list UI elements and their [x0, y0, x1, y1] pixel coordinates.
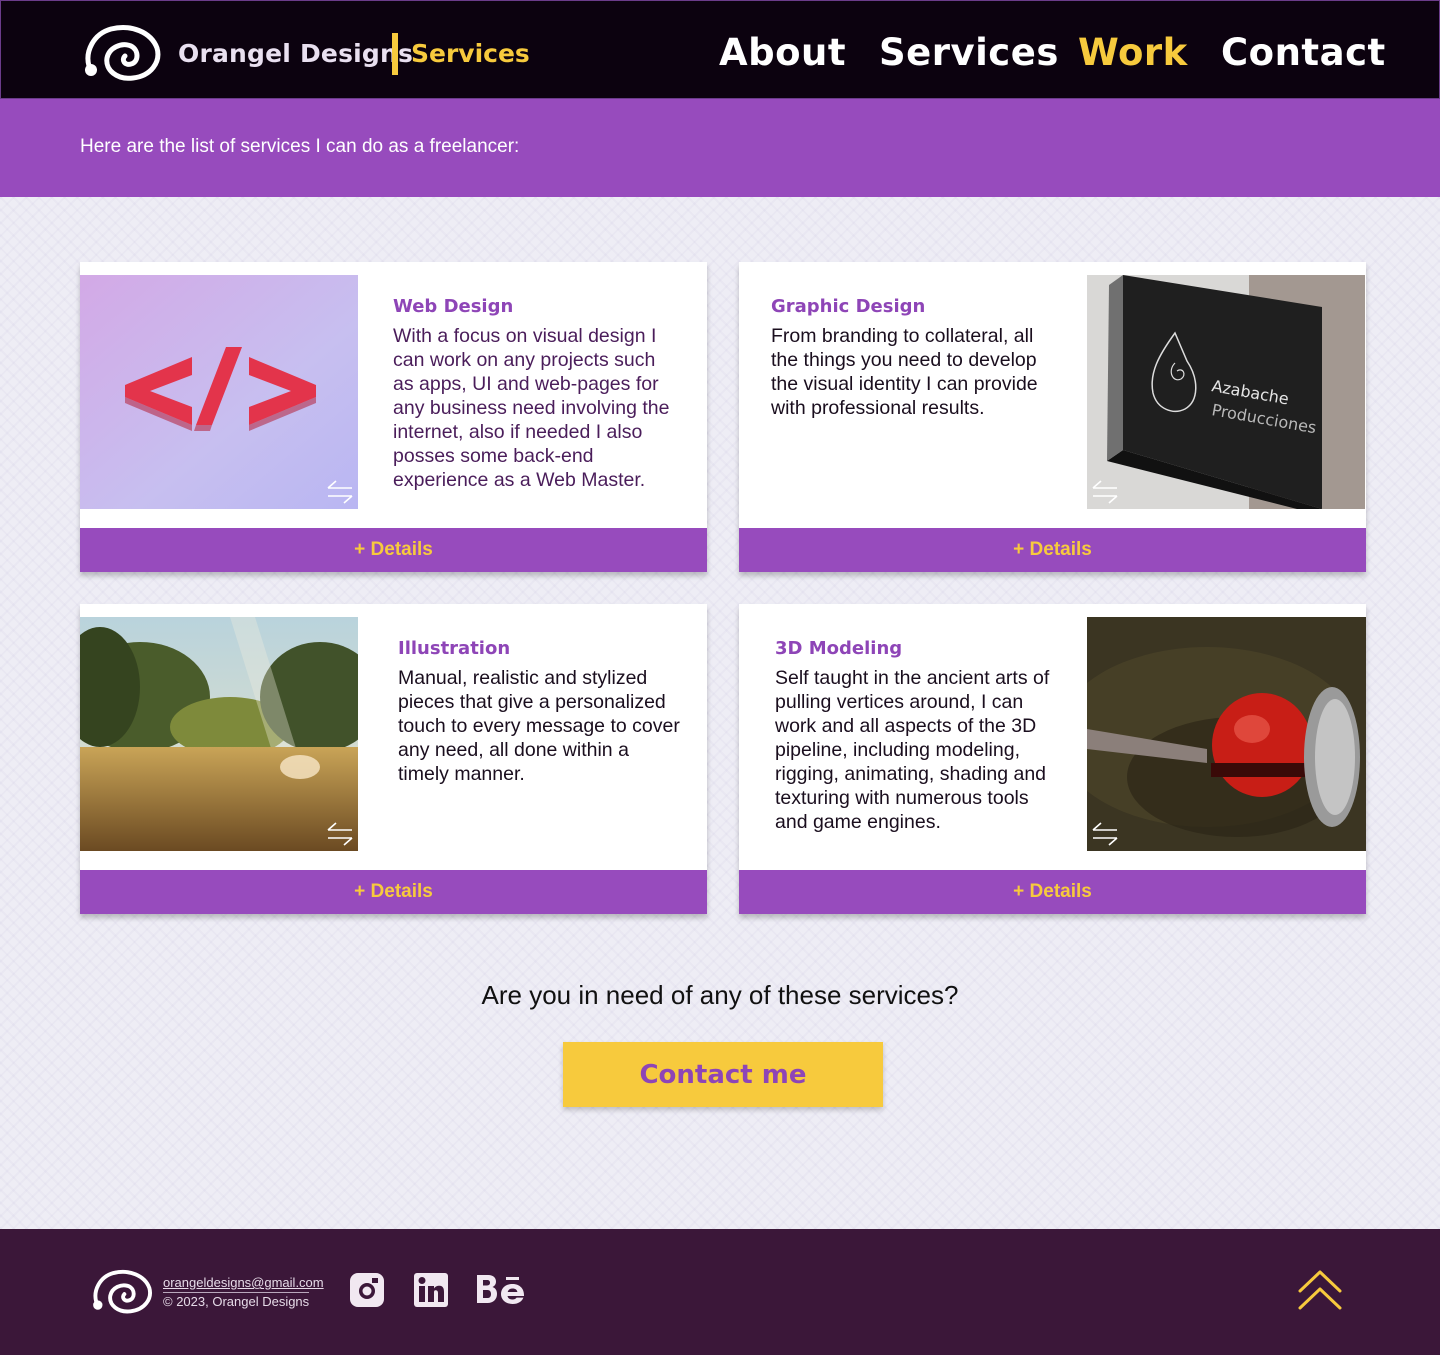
current-section-label: Services — [411, 39, 530, 68]
nav-services[interactable]: Services — [879, 31, 1059, 74]
illustration-image[interactable] — [80, 617, 358, 851]
service-card-web-design: Web Design With a focus on visual design… — [80, 262, 707, 572]
azabache-sign: Azabache Producciones — [1087, 275, 1365, 509]
tomato-render — [1087, 617, 1366, 851]
details-button[interactable]: + Details — [739, 528, 1366, 572]
service-description: Self taught in the ancient arts of pulli… — [775, 667, 1050, 833]
3d-modeling-image[interactable] — [1087, 617, 1366, 851]
service-description: Manual, realistic and stylized pieces th… — [398, 667, 680, 785]
spiral-logo-icon[interactable] — [90, 1267, 154, 1315]
service-card-graphic-design: Graphic Design From branding to collater… — [739, 262, 1366, 572]
swap-icon[interactable] — [1091, 479, 1119, 505]
service-title: Illustration — [398, 638, 511, 659]
service-card-3d-modeling: 3D Modeling Self taught in the ancient a… — [739, 604, 1366, 914]
illustration-text: Illustration Manual, realistic and styli… — [398, 638, 683, 786]
details-button[interactable]: + Details — [80, 870, 707, 914]
service-description: With a focus on visual design I can work… — [393, 325, 670, 491]
brand-divider — [392, 33, 398, 75]
footer-copyright: © 2023, Orangel Designs — [163, 1292, 310, 1309]
service-title: Graphic Design — [771, 296, 926, 317]
service-title: Web Design — [393, 296, 514, 317]
3d-modeling-text: 3D Modeling Self taught in the ancient a… — [775, 638, 1060, 834]
web-design-text: Web Design With a focus on visual design… — [393, 296, 678, 492]
landscape-painting — [80, 617, 358, 851]
contact-me-button[interactable]: Contact me — [563, 1042, 883, 1107]
brand-name[interactable]: Orangel Designs — [178, 39, 413, 68]
nav-about[interactable]: About — [719, 31, 846, 74]
behance-icon[interactable] — [476, 1273, 526, 1307]
scroll-to-top-icon[interactable] — [1297, 1269, 1343, 1311]
swap-icon[interactable] — [1091, 821, 1119, 847]
footer-email-link[interactable]: orangeldesigns@gmail.com — [163, 1275, 324, 1290]
linkedin-icon[interactable] — [414, 1273, 448, 1307]
service-title: 3D Modeling — [775, 638, 903, 659]
intro-text: Here are the list of services I can do a… — [80, 136, 520, 157]
nav-contact[interactable]: Contact — [1221, 31, 1386, 74]
intro-band: Here are the list of services I can do a… — [0, 99, 1440, 197]
details-button[interactable]: + Details — [739, 870, 1366, 914]
web-design-image[interactable] — [80, 275, 358, 509]
swap-icon[interactable] — [326, 479, 354, 505]
instagram-icon[interactable] — [350, 1273, 384, 1307]
graphic-design-text: Graphic Design From branding to collater… — [771, 296, 1056, 420]
site-footer: orangeldesigns@gmail.com © 2023, Orangel… — [0, 1229, 1440, 1355]
spiral-logo-icon[interactable] — [81, 22, 163, 82]
details-button[interactable]: + Details — [80, 528, 707, 572]
cta-question: Are you in need of any of these services… — [481, 980, 959, 1010]
swap-icon[interactable] — [326, 821, 354, 847]
nav-work[interactable]: Work — [1078, 31, 1188, 74]
service-description: From branding to collateral, all the thi… — [771, 325, 1038, 419]
site-header: Orangel Designs Services About Services … — [0, 0, 1440, 99]
graphic-design-image[interactable]: Azabache Producciones — [1087, 275, 1365, 509]
service-card-illustration: Illustration Manual, realistic and styli… — [80, 604, 707, 914]
code-brackets-icon — [80, 275, 358, 509]
